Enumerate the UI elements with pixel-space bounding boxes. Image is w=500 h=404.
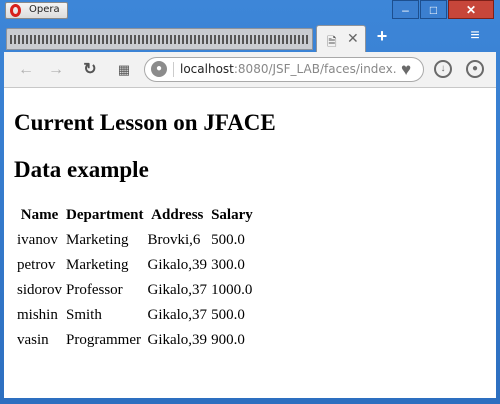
cell-department: Programmer <box>66 332 141 348</box>
cell-name: vasin <box>17 332 49 348</box>
url-path: :8080/JSF_LAB/faces/index. <box>233 62 397 76</box>
cell-department: Marketing <box>66 232 129 248</box>
table-row: mishin Smith Gikalo,37 500.0 <box>16 304 254 327</box>
page-content: Current Lesson on JFACE Data example Nam… <box>4 88 496 398</box>
tab-loading[interactable] <box>6 28 313 50</box>
table-row: vasin Programmer Gikalo,39 900.0 <box>16 329 254 352</box>
employees-table: Name Department Address Salary ivanov Ma… <box>14 204 256 354</box>
table-row: sidorov Professor Gikalo,37 1000.0 <box>16 279 254 302</box>
tab-close-icon[interactable]: ✕ <box>347 30 359 47</box>
navigation-toolbar: ← → ↻ ▦ ● localhost:8080/JSF_LAB/faces/i… <box>4 52 496 88</box>
cell-salary: 900.0 <box>211 332 245 348</box>
reload-button[interactable]: ↻ <box>80 60 100 80</box>
address-divider <box>173 62 174 77</box>
cell-address: Brovki,6 <box>147 232 201 248</box>
back-button[interactable]: ← <box>16 60 36 80</box>
cell-salary: 1000.0 <box>211 282 253 298</box>
cell-department: Marketing <box>66 257 129 273</box>
page-title: Current Lesson on JFACE <box>14 110 276 135</box>
column-header: Name <box>20 207 59 223</box>
download-button[interactable]: ↓ <box>434 60 452 78</box>
profile-button[interactable]: ● <box>466 60 484 78</box>
cell-name: ivanov <box>17 232 58 248</box>
profile-icon: ● <box>471 63 479 74</box>
cell-name: petrov <box>17 257 56 273</box>
new-tab-button[interactable]: + <box>372 26 392 46</box>
cell-salary: 500.0 <box>211 232 245 248</box>
tab-menu-button[interactable]: ≡ <box>465 27 485 47</box>
new-tab-icon: + <box>376 26 388 46</box>
column-header: Department <box>66 207 144 223</box>
cell-address: Gikalo,39 <box>147 332 208 348</box>
opera-menu-button[interactable]: Opera <box>5 2 68 19</box>
column-header: Address <box>151 207 204 223</box>
heart-icon: ♥ <box>400 60 412 79</box>
table-header-row: Name Department Address Salary <box>16 206 254 227</box>
back-icon: ← <box>18 61 34 78</box>
close-icon: ✕ <box>465 3 477 17</box>
column-header: Salary <box>211 207 253 223</box>
title-bar: Opera – □ ✕ <box>0 0 500 22</box>
tab-active[interactable]: 🗎 ✕ <box>316 25 366 52</box>
globe-icon[interactable]: ● <box>151 61 167 77</box>
forward-button[interactable]: → <box>46 60 66 80</box>
document-icon: 🗎 <box>327 35 337 49</box>
maximize-icon: □ <box>429 3 438 17</box>
reload-icon: ↻ <box>83 61 97 78</box>
cell-address: Gikalo,37 <box>147 282 208 298</box>
menu-icon: ≡ <box>470 27 480 44</box>
loading-indicator <box>10 35 308 44</box>
table-row: ivanov Marketing Brovki,6 500.0 <box>16 229 254 252</box>
bookmark-button[interactable]: ♥ <box>396 60 416 80</box>
speed-dial-button[interactable]: ▦ <box>114 60 134 80</box>
cell-address: Gikalo,37 <box>147 307 208 323</box>
cell-name: mishin <box>17 307 58 323</box>
url-host: localhost <box>180 62 234 76</box>
browser-window: Opera – □ ✕ 🗎 ✕ + ≡ ← → ↻ ▦ ● localhost:… <box>0 0 500 404</box>
cell-department: Professor <box>66 282 123 298</box>
tab-strip: 🗎 ✕ + ≡ <box>0 22 500 52</box>
address-bar[interactable]: ● localhost:8080/JSF_LAB/faces/index. <box>144 57 424 82</box>
cell-salary: 500.0 <box>211 307 245 323</box>
cell-salary: 300.0 <box>211 257 245 273</box>
minimize-button[interactable]: – <box>392 0 419 19</box>
download-icon: ↓ <box>440 63 446 74</box>
page-subtitle: Data example <box>14 157 149 182</box>
table-row: petrov Marketing Gikalo,39 300.0 <box>16 254 254 277</box>
cell-department: Smith <box>66 307 102 323</box>
cell-name: sidorov <box>17 282 62 298</box>
minimize-icon: – <box>402 3 409 17</box>
close-window-button[interactable]: ✕ <box>448 0 494 19</box>
maximize-button[interactable]: □ <box>420 0 447 19</box>
cell-address: Gikalo,39 <box>147 257 208 273</box>
address-url[interactable]: localhost:8080/JSF_LAB/faces/index. <box>180 62 397 76</box>
opera-menu-label: Opera <box>29 4 60 15</box>
opera-logo-icon <box>10 4 21 17</box>
forward-icon: → <box>48 61 64 78</box>
speed-dial-icon: ▦ <box>117 62 131 77</box>
